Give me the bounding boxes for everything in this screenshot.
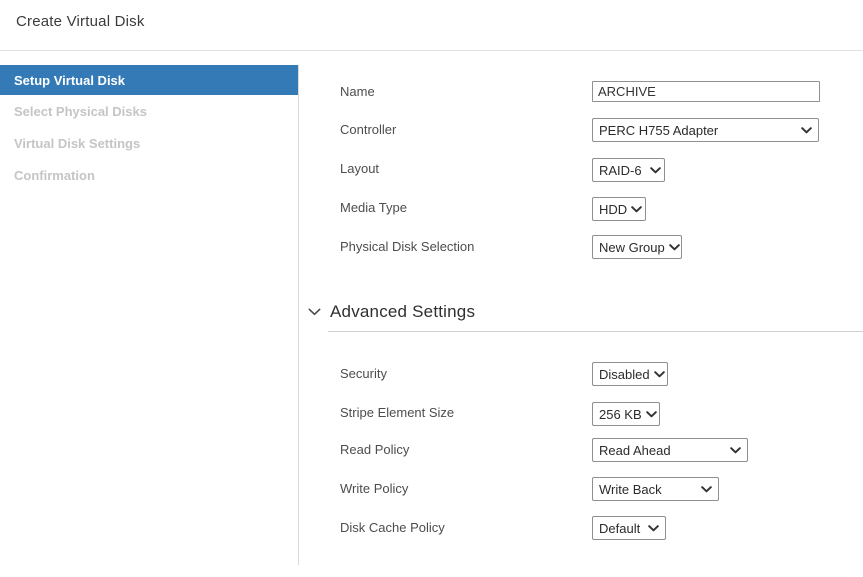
disk-cache-policy-select-value: Default (599, 521, 640, 536)
chevron-down-icon (648, 525, 659, 532)
write-policy-label: Write Policy (340, 481, 408, 497)
wizard-step-list: Setup Virtual Disk Select Physical Disks… (0, 65, 298, 191)
controller-select-value: PERC H755 Adapter (599, 123, 718, 138)
security-select[interactable]: Disabled (592, 362, 668, 386)
chevron-down-icon (646, 411, 657, 418)
media-type-select-value: HDD (599, 202, 627, 217)
sidebar-divider (298, 65, 299, 565)
controller-select[interactable]: PERC H755 Adapter (592, 118, 819, 142)
write-policy-select[interactable]: Write Back (592, 477, 719, 501)
stripe-element-size-select-value: 256 KB (599, 407, 642, 422)
physical-disk-selection-select-value: New Group (599, 240, 665, 255)
read-policy-select-value: Read Ahead (599, 443, 671, 458)
disk-cache-policy-select[interactable]: Default (592, 516, 666, 540)
physical-disk-selection-select[interactable]: New Group (592, 235, 682, 259)
sidebar-item-confirmation[interactable]: Confirmation (0, 159, 298, 191)
chevron-down-icon (730, 447, 741, 454)
name-input[interactable] (592, 81, 820, 102)
physical-disk-selection-label: Physical Disk Selection (340, 239, 474, 255)
layout-label: Layout (340, 161, 379, 177)
controller-label: Controller (340, 122, 396, 138)
advanced-settings-title: Advanced Settings (330, 302, 475, 322)
step-label: Virtual Disk Settings (14, 136, 140, 151)
step-label: Select Physical Disks (14, 104, 147, 119)
read-policy-select[interactable]: Read Ahead (592, 438, 748, 462)
layout-select-value: RAID-6 (599, 163, 642, 178)
stripe-element-size-select[interactable]: 256 KB (592, 402, 660, 426)
write-policy-select-value: Write Back (599, 482, 662, 497)
sidebar-item-select-physical-disks[interactable]: Select Physical Disks (0, 95, 298, 127)
advanced-settings-divider (328, 331, 863, 332)
security-select-value: Disabled (599, 367, 650, 382)
chevron-down-icon (669, 244, 680, 251)
disk-cache-policy-label: Disk Cache Policy (340, 520, 445, 536)
read-policy-label: Read Policy (340, 442, 409, 458)
chevron-down-icon (654, 371, 665, 378)
layout-select[interactable]: RAID-6 (592, 158, 665, 182)
step-label: Confirmation (14, 168, 95, 183)
sidebar-item-setup-virtual-disk[interactable]: Setup Virtual Disk (0, 65, 298, 95)
header-divider (0, 50, 863, 51)
step-label: Setup Virtual Disk (14, 73, 125, 88)
advanced-settings-toggle[interactable]: Advanced Settings (308, 302, 475, 322)
name-label: Name (340, 84, 375, 100)
sidebar-item-virtual-disk-settings[interactable]: Virtual Disk Settings (0, 127, 298, 159)
security-label: Security (340, 366, 387, 382)
chevron-down-icon (701, 486, 712, 493)
media-type-select[interactable]: HDD (592, 197, 646, 221)
chevron-down-icon (308, 308, 321, 316)
chevron-down-icon (631, 206, 642, 213)
chevron-down-icon (650, 167, 661, 174)
chevron-down-icon (801, 127, 812, 134)
media-type-label: Media Type (340, 200, 407, 216)
stripe-element-size-label: Stripe Element Size (340, 405, 454, 421)
page-title: Create Virtual Disk (16, 13, 145, 30)
